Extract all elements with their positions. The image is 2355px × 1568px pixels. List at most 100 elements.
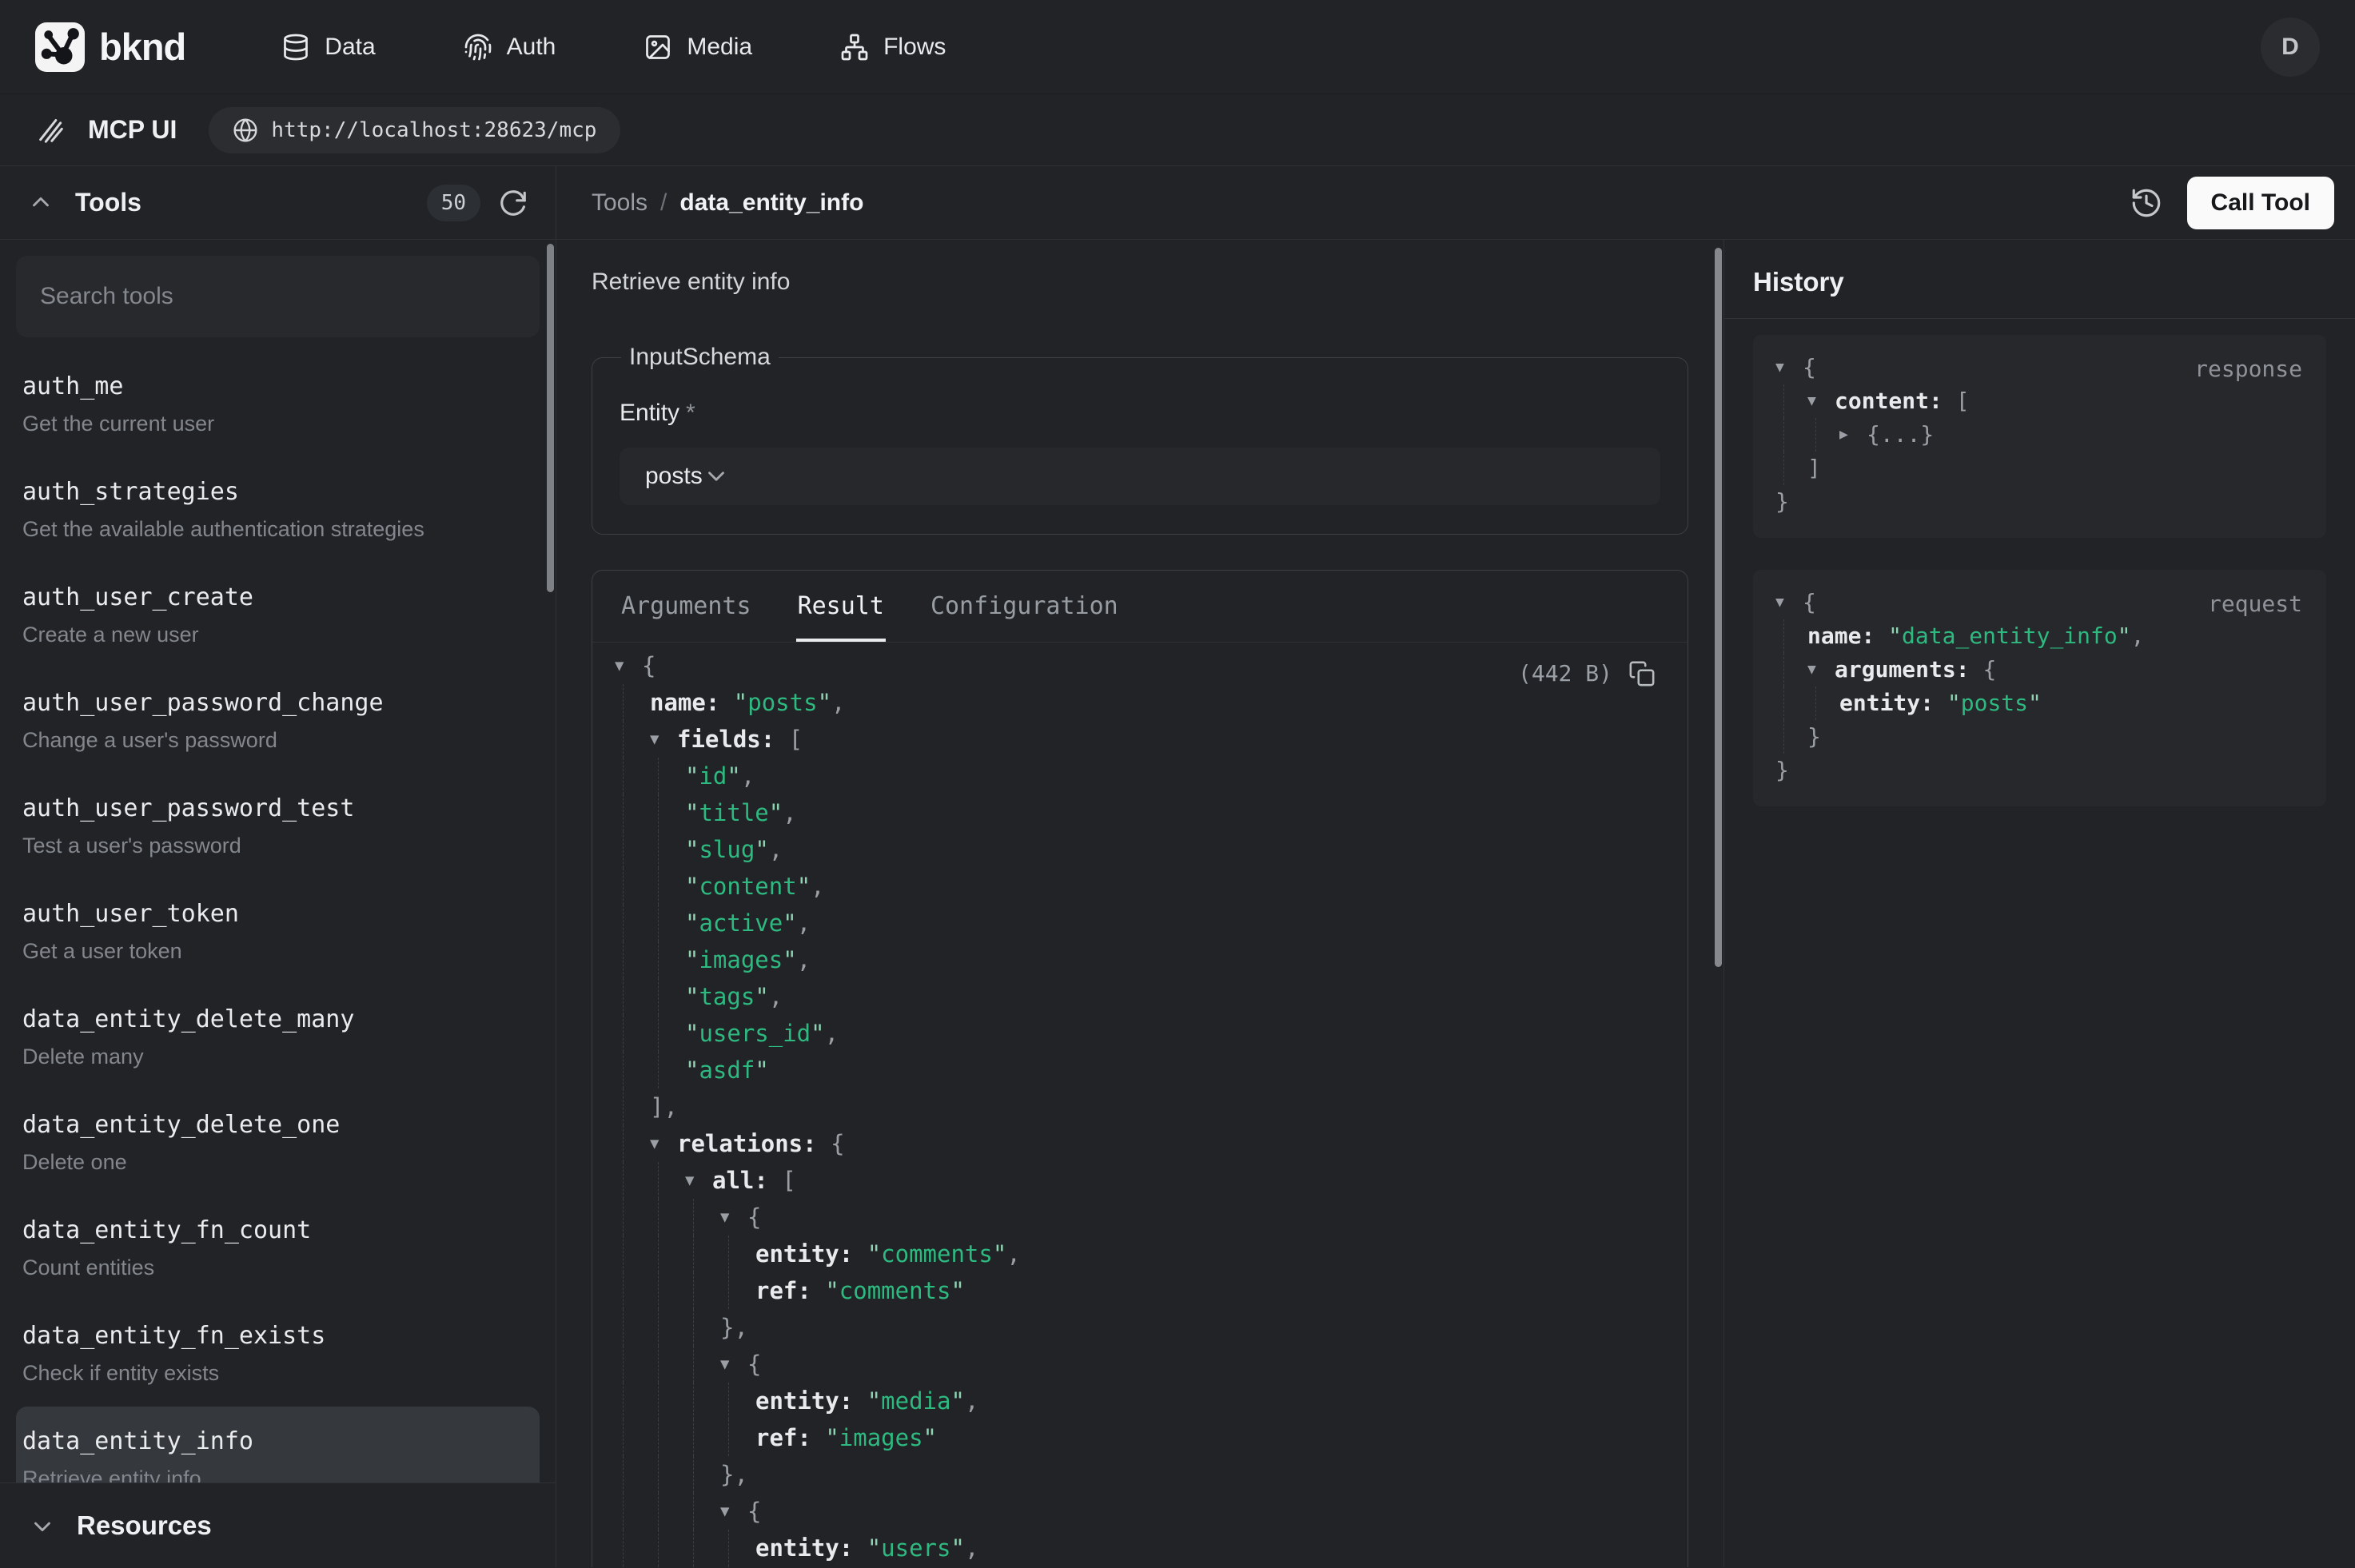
nav-item-media[interactable]: Media <box>644 33 752 62</box>
expanded-toggle-icon[interactable]: ▼ <box>615 647 642 684</box>
indent-guide <box>1775 653 1807 686</box>
sidebar-tool-item[interactable]: data_entity_fn_count Count entities <box>16 1196 540 1301</box>
tool-description: Retrieve entity info <box>22 1467 533 1482</box>
json-line: "users_id", <box>615 1015 1659 1052</box>
sidebar-tool-item[interactable]: auth_strategiesGet the available authent… <box>16 457 540 563</box>
history-entry[interactable]: request▼{name: "data_entity_info",▼argum… <box>1753 570 2326 806</box>
collapsed-toggle-icon[interactable]: ▶ <box>1839 418 1867 452</box>
json-string-value: comments <box>839 1277 951 1304</box>
sidebar-tool-item[interactable]: data_entity_infoRetrieve entity info <box>16 1407 540 1482</box>
tool-name: data_entity_delete_many <box>22 1005 533 1033</box>
main-scrollbar[interactable] <box>1715 248 1722 967</box>
sidebar-tool-item[interactable]: auth_user_password_testTest a user's pas… <box>16 774 540 879</box>
nav-item-auth[interactable]: Auth <box>464 33 556 62</box>
sidebar-tool-item[interactable]: data_entity_fn_existsCheck if entity exi… <box>16 1301 540 1407</box>
tool-description: Count entities <box>22 1256 533 1280</box>
indent-guide <box>650 1566 685 1567</box>
json-key: relations: <box>677 1130 817 1157</box>
indent-guide <box>685 1309 720 1346</box>
json-punctuation: [ <box>1956 388 1970 414</box>
json-punctuation: } <box>1775 757 1789 783</box>
expanded-toggle-icon[interactable]: ▼ <box>685 1162 712 1199</box>
json-key: name: <box>1807 623 1875 649</box>
history-icon[interactable] <box>2130 186 2163 220</box>
sidebar-scrollbar[interactable] <box>547 244 554 592</box>
nav-item-data[interactable]: Data <box>281 33 375 62</box>
nav-item-flows[interactable]: Flows <box>840 33 946 62</box>
entity-select[interactable]: posts <box>620 448 1660 505</box>
tool-name: auth_user_password_test <box>22 794 533 822</box>
content: Tools 50 auth_meGet the current userauth… <box>0 166 2355 1567</box>
json-line: name: "posts", <box>615 684 1659 721</box>
json-line: ref: "users" <box>615 1566 1659 1567</box>
expanded-toggle-icon[interactable]: ▼ <box>650 721 677 758</box>
indent-guide <box>685 1493 720 1530</box>
indent-guide <box>615 1309 650 1346</box>
expanded-toggle-icon[interactable]: ▼ <box>1807 384 1835 418</box>
tab-arguments[interactable]: Arguments <box>620 571 753 642</box>
json-line: ▼relations: { <box>615 1125 1659 1162</box>
sidebar-tool-item[interactable]: auth_user_tokenGet a user token <box>16 879 540 985</box>
expanded-toggle-icon[interactable]: ▼ <box>720 1493 747 1530</box>
json-punctuation: }, <box>720 1314 748 1341</box>
json-string-value: asdf <box>699 1057 755 1084</box>
tool-name: data_entity_fn_count <box>22 1216 533 1244</box>
breadcrumb-section[interactable]: Tools <box>592 189 648 217</box>
tool-description: Get a user token <box>22 939 533 964</box>
json-key: all: <box>712 1167 768 1194</box>
search-input[interactable] <box>40 283 516 310</box>
history-entry[interactable]: response▼{▼content: [▶{...}]} <box>1753 335 2326 538</box>
sidebar-tool-item[interactable]: data_entity_delete_oneDelete one <box>16 1090 540 1196</box>
indent-guide <box>650 1052 685 1088</box>
json-line: entity: "comments", <box>615 1236 1659 1272</box>
tab-bar: Arguments Result Configuration <box>592 571 1688 643</box>
top-navbar: bknd Data Auth Media <box>0 0 2355 94</box>
refresh-icon[interactable] <box>498 188 528 218</box>
indent-guide <box>615 978 650 1015</box>
sidebar-tool-item[interactable]: auth_user_createCreate a new user <box>16 563 540 668</box>
history-entry-type: response <box>2194 352 2302 386</box>
tools-section-header[interactable]: Tools 50 <box>0 166 556 240</box>
tools-count-badge: 50 <box>427 185 480 221</box>
mcp-url-pill[interactable]: http://localhost:28623/mcp <box>209 107 620 153</box>
nav-item-label: Media <box>687 34 752 61</box>
resources-section-header[interactable]: Resources <box>0 1482 556 1567</box>
indent-guide <box>650 1346 685 1383</box>
tool-description: Get the current user <box>22 412 533 436</box>
indent-guide <box>650 794 685 831</box>
sidebar-tool-item[interactable]: data_entity_delete_manyDelete many <box>16 985 540 1090</box>
copy-icon[interactable] <box>1628 660 1656 687</box>
expanded-toggle-icon[interactable]: ▼ <box>720 1199 747 1236</box>
expanded-toggle-icon[interactable]: ▼ <box>1775 351 1803 384</box>
indent-guide <box>650 905 685 941</box>
json-punctuation: ], <box>650 1093 678 1120</box>
json-punctuation: { <box>1982 656 1996 683</box>
expanded-toggle-icon[interactable]: ▼ <box>1807 653 1835 686</box>
indent-guide <box>615 1346 650 1383</box>
expanded-toggle-icon[interactable]: ▼ <box>650 1125 677 1162</box>
call-tool-button[interactable]: Call Tool <box>2187 177 2334 229</box>
sidebar-tool-item[interactable]: auth_meGet the current user <box>16 352 540 457</box>
json-string-value: tags <box>699 983 755 1010</box>
json-string-value: data_entity_info <box>1902 623 2118 649</box>
tool-search[interactable] <box>16 256 540 337</box>
mcp-url: http://localhost:28623/mcp <box>271 118 596 142</box>
tab-result[interactable]: Result <box>796 571 886 642</box>
tab-configuration[interactable]: Configuration <box>929 571 1120 642</box>
json-line: entity: "users", <box>615 1530 1659 1566</box>
brand[interactable]: bknd <box>35 22 185 72</box>
indent-guide <box>615 1236 650 1272</box>
json-punctuation: [ <box>782 1167 795 1194</box>
tool-list: auth_meGet the current userauth_strategi… <box>0 352 556 1482</box>
main-nav: Data Auth Media Flows <box>281 33 946 62</box>
json-line: ▼{ <box>615 1199 1659 1236</box>
json-line: ▼{ <box>615 1493 1659 1530</box>
sidebar-tool-item[interactable]: auth_user_password_changeChange a user's… <box>16 668 540 774</box>
user-avatar[interactable]: D <box>2261 18 2320 77</box>
indent-guide <box>720 1236 755 1272</box>
json-line: ▼{ <box>615 1346 1659 1383</box>
mcp-logo-icon <box>35 114 67 146</box>
expanded-toggle-icon[interactable]: ▼ <box>1775 586 1803 619</box>
expanded-toggle-icon[interactable]: ▼ <box>720 1346 747 1383</box>
tool-name: data_entity_fn_exists <box>22 1322 533 1350</box>
